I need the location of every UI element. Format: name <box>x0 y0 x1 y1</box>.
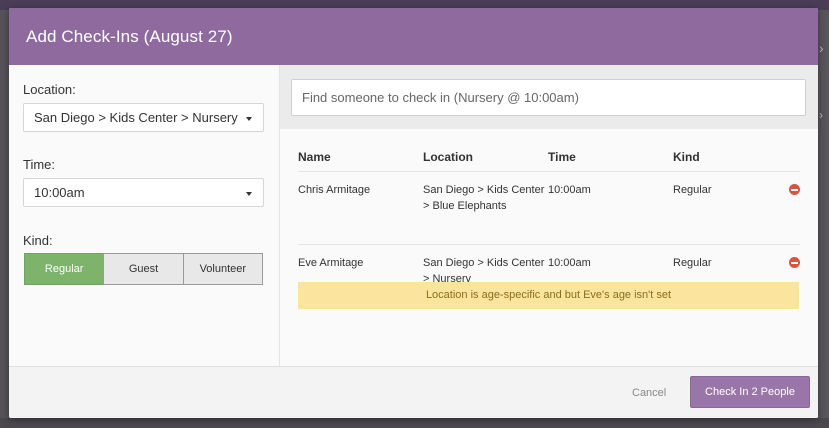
column-header-location: Location <box>423 150 473 164</box>
caret-down-icon <box>246 192 252 196</box>
background-app-bottom <box>0 418 829 428</box>
time-select-value: 10:00am <box>34 185 85 200</box>
column-header-name: Name <box>298 150 331 164</box>
kind-regular-button[interactable]: Regular <box>24 253 105 285</box>
person-search-input[interactable] <box>291 79 806 116</box>
cancel-button[interactable]: Cancel <box>632 387 666 399</box>
kind-guest-button[interactable]: Guest <box>103 253 184 285</box>
modal-title: Add Check-Ins (August 27) <box>26 27 233 46</box>
checkin-form: Location: San Diego > Kids Center > Nurs… <box>9 65 280 366</box>
kind-toggle-group: Regular Guest Volunteer <box>24 253 263 285</box>
kind-label: Kind: <box>23 233 53 248</box>
time-label: Time: <box>23 157 56 172</box>
check-in-submit-button[interactable]: Check In 2 People <box>690 376 810 408</box>
remove-icon[interactable] <box>789 184 800 195</box>
table-row: Chris Armitage San Diego > Kids Center >… <box>298 172 800 245</box>
location-select[interactable]: San Diego > Kids Center > Nursery <box>23 103 264 132</box>
row-time: 10:00am <box>548 184 591 196</box>
row-kind: Regular <box>673 184 712 196</box>
add-checkins-modal: Add Check-Ins (August 27) Location: San … <box>9 8 818 418</box>
column-header-time: Time <box>548 150 576 164</box>
checkin-list-panel: Name Location Time Kind Chris Armitage S… <box>280 65 818 366</box>
age-warning-banner: Location is age-specific and but Eve's a… <box>298 282 799 309</box>
background-app-left <box>0 10 9 428</box>
modal-body: Location: San Diego > Kids Center > Nurs… <box>9 65 818 366</box>
caret-down-icon <box>246 117 252 121</box>
search-bar <box>280 65 818 129</box>
remove-icon[interactable] <box>789 257 800 268</box>
column-header-kind: Kind <box>673 150 700 164</box>
table-header: Name Location Time Kind <box>298 150 800 172</box>
chevron-right-icon: › <box>819 40 824 56</box>
chevron-right-icon: › <box>819 108 823 122</box>
row-name: Chris Armitage <box>298 184 371 196</box>
row-location: San Diego > Kids Center > Blue Elephants <box>423 184 545 212</box>
kind-volunteer-button[interactable]: Volunteer <box>182 253 263 285</box>
time-select[interactable]: 10:00am <box>23 178 264 207</box>
modal-footer: Cancel Check In 2 People <box>9 366 818 418</box>
location-label: Location: <box>23 82 76 97</box>
modal-header: Add Check-Ins (August 27) <box>9 8 818 65</box>
location-select-value: San Diego > Kids Center > Nursery <box>34 110 238 125</box>
background-app-right: › › <box>817 10 829 428</box>
